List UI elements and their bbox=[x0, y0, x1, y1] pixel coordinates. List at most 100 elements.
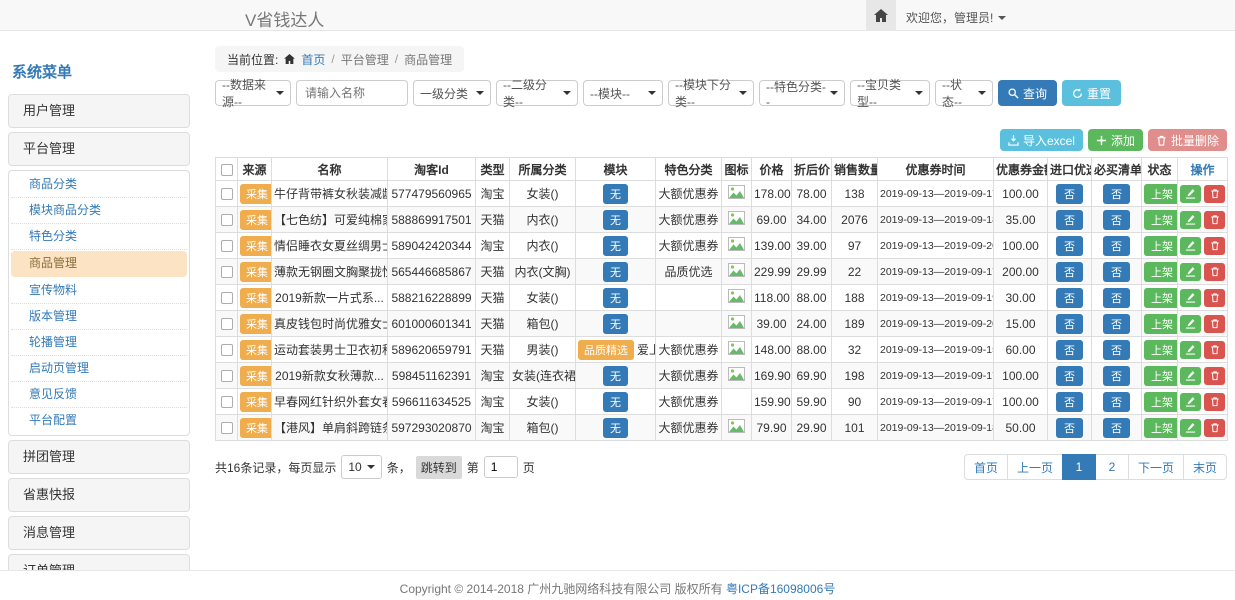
module-badge[interactable]: 无 bbox=[603, 262, 628, 282]
row-checkbox[interactable] bbox=[221, 422, 233, 434]
sidebar-sub-item[interactable]: 轮播管理 bbox=[11, 330, 187, 356]
must-buy-toggle[interactable]: 否 bbox=[1103, 210, 1130, 230]
search-button[interactable]: 查询 bbox=[998, 80, 1057, 106]
edit-button[interactable] bbox=[1180, 315, 1201, 333]
feature-category-select[interactable]: --特色分类-- bbox=[759, 80, 845, 106]
edit-button[interactable] bbox=[1180, 185, 1201, 203]
module-badge[interactable]: 无 bbox=[603, 314, 628, 334]
import-select-toggle[interactable]: 否 bbox=[1056, 210, 1083, 230]
module-badge[interactable]: 品质精选 bbox=[578, 340, 634, 360]
must-buy-toggle[interactable]: 否 bbox=[1103, 262, 1130, 282]
reset-button[interactable]: 重置 bbox=[1062, 80, 1121, 106]
edit-button[interactable] bbox=[1180, 341, 1201, 359]
delete-button[interactable] bbox=[1204, 289, 1225, 307]
page-1[interactable]: 1 bbox=[1062, 454, 1096, 480]
per-page-select[interactable]: 10 bbox=[341, 455, 381, 479]
source-badge[interactable]: 采集 bbox=[240, 418, 272, 438]
sidebar-group-item[interactable]: 省惠快报 bbox=[8, 478, 190, 512]
import-select-toggle[interactable]: 否 bbox=[1056, 340, 1083, 360]
module-subcategory-select[interactable]: --模块下分类-- bbox=[668, 80, 754, 106]
must-buy-toggle[interactable]: 否 bbox=[1103, 288, 1130, 308]
source-badge[interactable]: 采集 bbox=[240, 340, 272, 360]
sidebar-sub-item[interactable]: 平台配置 bbox=[11, 408, 187, 434]
page-2[interactable]: 2 bbox=[1095, 454, 1129, 480]
row-checkbox[interactable] bbox=[221, 240, 233, 252]
status-button[interactable]: 上架 bbox=[1144, 314, 1178, 334]
edit-button[interactable] bbox=[1180, 367, 1201, 385]
status-button[interactable]: 上架 bbox=[1144, 392, 1178, 412]
status-button[interactable]: 上架 bbox=[1144, 366, 1178, 386]
must-buy-toggle[interactable]: 否 bbox=[1103, 236, 1130, 256]
source-badge[interactable]: 采集 bbox=[240, 366, 272, 386]
source-badge[interactable]: 采集 bbox=[240, 392, 272, 412]
row-checkbox[interactable] bbox=[221, 318, 233, 330]
source-badge[interactable]: 采集 bbox=[240, 314, 272, 334]
delete-button[interactable] bbox=[1204, 341, 1225, 359]
module-badge[interactable]: 无 bbox=[603, 184, 628, 204]
module-badge[interactable]: 无 bbox=[603, 288, 628, 308]
module-badge[interactable]: 无 bbox=[603, 366, 628, 386]
import-excel-button[interactable]: 导入excel bbox=[1000, 129, 1083, 151]
import-select-toggle[interactable]: 否 bbox=[1056, 314, 1083, 334]
sidebar-group-item[interactable]: 消息管理 bbox=[8, 516, 190, 550]
delete-button[interactable] bbox=[1204, 419, 1225, 437]
edit-button[interactable] bbox=[1180, 263, 1201, 281]
page-last[interactable]: 末页 bbox=[1183, 454, 1227, 480]
status-button[interactable]: 上架 bbox=[1144, 236, 1178, 256]
row-checkbox[interactable] bbox=[221, 370, 233, 382]
status-select[interactable]: --状态-- bbox=[935, 80, 993, 106]
must-buy-toggle[interactable]: 否 bbox=[1103, 418, 1130, 438]
sidebar-sub-item[interactable]: 模块商品分类 bbox=[11, 198, 187, 224]
add-button[interactable]: 添加 bbox=[1088, 129, 1143, 151]
sidebar-sub-item[interactable]: 版本管理 bbox=[11, 304, 187, 330]
source-badge[interactable]: 采集 bbox=[240, 210, 272, 230]
import-select-toggle[interactable]: 否 bbox=[1056, 184, 1083, 204]
edit-button[interactable] bbox=[1180, 237, 1201, 255]
must-buy-toggle[interactable]: 否 bbox=[1103, 392, 1130, 412]
level2-category-select[interactable]: --二级分类-- bbox=[496, 80, 578, 106]
edit-button[interactable] bbox=[1180, 289, 1201, 307]
icp-link[interactable]: 粤ICP备16098006号 bbox=[726, 582, 835, 596]
name-input[interactable] bbox=[296, 80, 408, 106]
page-next[interactable]: 下一页 bbox=[1128, 454, 1184, 480]
data-source-select[interactable]: --数据来源-- bbox=[215, 80, 291, 106]
row-checkbox[interactable] bbox=[221, 396, 233, 408]
user-menu[interactable]: 欢迎您，管理员! bbox=[906, 9, 1006, 26]
status-button[interactable]: 上架 bbox=[1144, 288, 1178, 308]
module-badge[interactable]: 无 bbox=[603, 236, 628, 256]
jump-button[interactable]: 跳转到 bbox=[416, 456, 462, 479]
breadcrumb-home-link[interactable]: 首页 bbox=[301, 51, 325, 68]
sidebar-sub-item[interactable]: 启动页管理 bbox=[11, 356, 187, 382]
import-select-toggle[interactable]: 否 bbox=[1056, 392, 1083, 412]
import-select-toggle[interactable]: 否 bbox=[1056, 418, 1083, 438]
delete-button[interactable] bbox=[1204, 211, 1225, 229]
source-badge[interactable]: 采集 bbox=[240, 236, 272, 256]
must-buy-toggle[interactable]: 否 bbox=[1103, 366, 1130, 386]
delete-button[interactable] bbox=[1204, 185, 1225, 203]
must-buy-toggle[interactable]: 否 bbox=[1103, 184, 1130, 204]
module-badge[interactable]: 无 bbox=[603, 418, 628, 438]
must-buy-toggle[interactable]: 否 bbox=[1103, 340, 1130, 360]
batch-delete-button[interactable]: 批量删除 bbox=[1148, 129, 1227, 151]
edit-button[interactable] bbox=[1180, 419, 1201, 437]
level1-category-select[interactable]: 一级分类 bbox=[413, 80, 491, 106]
sidebar-group-item[interactable]: 拼团管理 bbox=[8, 440, 190, 474]
module-select[interactable]: --模块-- bbox=[583, 80, 663, 106]
delete-button[interactable] bbox=[1204, 367, 1225, 385]
import-select-toggle[interactable]: 否 bbox=[1056, 288, 1083, 308]
edit-button[interactable] bbox=[1180, 393, 1201, 411]
status-button[interactable]: 上架 bbox=[1144, 340, 1178, 360]
row-checkbox[interactable] bbox=[221, 188, 233, 200]
module-badge[interactable]: 无 bbox=[603, 392, 628, 412]
source-badge[interactable]: 采集 bbox=[240, 288, 272, 308]
row-checkbox[interactable] bbox=[221, 344, 233, 356]
sidebar-sub-item[interactable]: 商品分类 bbox=[11, 172, 187, 198]
page-number-input[interactable] bbox=[484, 456, 518, 478]
sidebar-group-item[interactable]: 平台管理 bbox=[8, 132, 190, 166]
source-badge[interactable]: 采集 bbox=[240, 184, 272, 204]
import-select-toggle[interactable]: 否 bbox=[1056, 366, 1083, 386]
status-button[interactable]: 上架 bbox=[1144, 262, 1178, 282]
home-button[interactable] bbox=[866, 0, 896, 30]
row-checkbox[interactable] bbox=[221, 214, 233, 226]
module-badge[interactable]: 无 bbox=[603, 210, 628, 230]
